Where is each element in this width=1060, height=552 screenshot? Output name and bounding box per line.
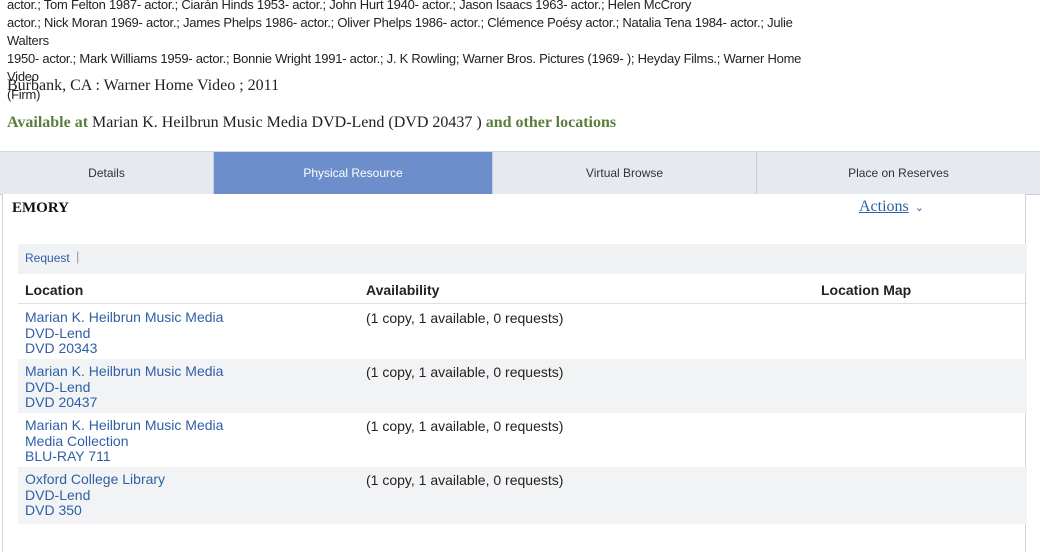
- location-link[interactable]: Marian K. Heilbrun Music Media DVD-Lend …: [25, 363, 223, 411]
- tab-physical-resource[interactable]: Physical Resource: [214, 152, 493, 194]
- table-header: Location Availability Location Map: [18, 274, 1027, 304]
- tab-details[interactable]: Details: [0, 152, 214, 194]
- location-library[interactable]: Oxford College Library: [25, 471, 165, 488]
- actions-menu[interactable]: Actions ⌄: [859, 198, 924, 216]
- location-library[interactable]: Marian K. Heilbrun Music Media: [25, 363, 223, 380]
- actions-label[interactable]: Actions: [859, 198, 909, 215]
- location-link[interactable]: Marian K. Heilbrun Music Media Media Col…: [25, 417, 223, 465]
- column-availability: Availability: [366, 282, 440, 298]
- availability-text: (1 copy, 1 available, 0 requests): [366, 364, 564, 380]
- institution-name: EMORY: [12, 200, 69, 216]
- table-row: Marian K. Heilbrun Music Media DVD-Lend …: [18, 305, 1027, 359]
- location-collection[interactable]: DVD-Lend: [25, 325, 223, 342]
- tab-virtual-browse[interactable]: Virtual Browse: [493, 152, 757, 194]
- location-library[interactable]: Marian K. Heilbrun Music Media: [25, 417, 223, 434]
- location-link[interactable]: Oxford College Library DVD-Lend DVD 350: [25, 471, 165, 519]
- location-callnumber[interactable]: BLU-RAY 711: [25, 448, 223, 465]
- physical-resource-panel: EMORY Actions ⌄ Request | Location Availa…: [2, 194, 1027, 552]
- location-callnumber[interactable]: DVD 20437: [25, 394, 223, 411]
- column-location-map: Location Map: [821, 282, 912, 298]
- location-callnumber[interactable]: DVD 350: [25, 502, 165, 519]
- availability-text: (1 copy, 1 available, 0 requests): [366, 472, 564, 488]
- resource-tabs: Details Physical Resource Virtual Browse…: [0, 151, 1040, 195]
- location-collection[interactable]: Media Collection: [25, 433, 223, 450]
- location-collection[interactable]: DVD-Lend: [25, 487, 165, 504]
- separator: |: [76, 249, 80, 264]
- availability-summary: Available at Marian K. Heilbrun Music Me…: [7, 114, 616, 132]
- table-row: Marian K. Heilbrun Music Media DVD-Lend …: [18, 359, 1027, 413]
- table-row: Marian K. Heilbrun Music Media Media Col…: [18, 413, 1027, 467]
- location-collection[interactable]: DVD-Lend: [25, 379, 223, 396]
- column-location: Location: [25, 282, 84, 298]
- availability-text: (1 copy, 1 available, 0 requests): [366, 310, 564, 326]
- location-library[interactable]: Marian K. Heilbrun Music Media: [25, 309, 223, 326]
- available-location: Marian K. Heilbrun Music Media DVD-Lend …: [92, 114, 482, 131]
- chevron-down-icon[interactable]: ⌄: [915, 201, 924, 214]
- credits-line: actor.; Nick Moran 1969- actor.; James P…: [7, 15, 793, 48]
- other-locations-link[interactable]: and other locations: [486, 114, 616, 131]
- table-row: Oxford College Library DVD-Lend DVD 350 …: [18, 467, 1027, 524]
- location-link[interactable]: Marian K. Heilbrun Music Media DVD-Lend …: [25, 309, 223, 357]
- request-bar: Request |: [18, 244, 1027, 274]
- tab-place-on-reserves[interactable]: Place on Reserves: [757, 152, 1040, 194]
- available-at-label: Available at: [7, 114, 89, 131]
- request-link[interactable]: Request: [25, 251, 70, 265]
- location-callnumber[interactable]: DVD 20343: [25, 340, 223, 357]
- availability-text: (1 copy, 1 available, 0 requests): [366, 418, 564, 434]
- credits-line: actor.; Tom Felton 1987- actor.; Ciarán …: [7, 0, 692, 12]
- publication-info: Burbank, CA : Warner Home Video ; 2011: [7, 77, 280, 94]
